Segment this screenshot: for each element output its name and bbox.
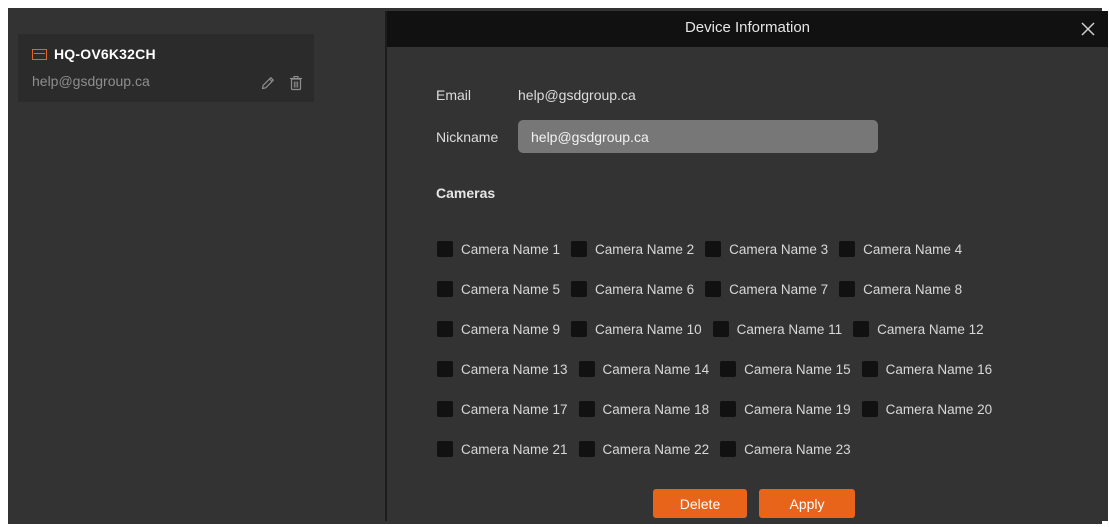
camera-label: Camera Name 14 <box>602 361 710 377</box>
camera-checkbox[interactable] <box>437 441 453 457</box>
camera-label: Camera Name 7 <box>729 281 829 297</box>
camera-checkbox[interactable] <box>578 401 595 417</box>
camera-checkbox[interactable] <box>571 321 588 337</box>
camera-label: Camera Name 2 <box>595 241 695 257</box>
camera-label: Camera Name 8 <box>863 281 963 297</box>
device-list-item[interactable]: HQ-OV6K32CH help@gsdgroup.ca <box>18 34 314 102</box>
camera-label: Camera Name 9 <box>461 321 561 337</box>
camera-option[interactable]: Camera Name 17 <box>437 401 568 417</box>
camera-label: Camera Name 6 <box>595 281 695 297</box>
dialog-title: Device Information <box>684 19 811 36</box>
device-name: HQ-OV6K32CH <box>54 46 156 62</box>
camera-row: Camera Name 1 Camera Name 2 Camera Name 3 C… <box>437 229 1003 269</box>
camera-option[interactable]: Camera Name 22 <box>578 441 710 457</box>
camera-label: Camera Name 1 <box>461 241 561 257</box>
camera-option[interactable]: Camera Name 9 <box>437 321 560 337</box>
camera-option[interactable]: Camera Name 21 <box>437 441 568 457</box>
camera-label: Camera Name 19 <box>744 401 851 417</box>
camera-checkbox[interactable] <box>571 281 588 297</box>
camera-option[interactable]: Camera Name 4 <box>839 241 962 257</box>
camera-label: Camera Name 23 <box>744 441 851 457</box>
camera-option[interactable]: Camera Name 6 <box>571 281 694 297</box>
camera-checkbox[interactable] <box>861 361 878 377</box>
camera-option[interactable]: Camera Name 2 <box>571 241 694 257</box>
nickname-label: Nickname <box>436 129 499 145</box>
camera-option[interactable]: Camera Name 1 <box>437 241 560 257</box>
camera-option[interactable]: Camera Name 8 <box>839 281 962 297</box>
camera-label: Camera Name 5 <box>461 281 561 297</box>
camera-checkbox[interactable] <box>853 321 870 337</box>
camera-option[interactable]: Camera Name 23 <box>720 441 851 457</box>
camera-option[interactable]: Camera Name 3 <box>705 241 828 257</box>
cameras-heading: Cameras <box>436 185 496 201</box>
camera-option[interactable]: Camera Name 14 <box>578 361 710 377</box>
camera-checkbox[interactable] <box>437 281 453 297</box>
camera-option[interactable]: Camera Name 20 <box>861 401 993 417</box>
camera-checkbox[interactable] <box>437 241 453 257</box>
camera-checkbox[interactable] <box>720 401 737 417</box>
camera-checkbox-grid: Camera Name 1 Camera Name 2 Camera Name 3 C… <box>437 229 1003 469</box>
camera-label: Camera Name 4 <box>863 241 963 257</box>
camera-checkbox[interactable] <box>839 281 856 297</box>
camera-label: Camera Name 18 <box>602 401 710 417</box>
camera-checkbox[interactable] <box>839 241 856 257</box>
camera-label: Camera Name 20 <box>885 401 993 417</box>
camera-row: Camera Name 17 Camera Name 18 Camera Name … <box>437 389 1003 429</box>
camera-checkbox[interactable] <box>712 321 729 337</box>
camera-label: Camera Name 22 <box>602 441 710 457</box>
camera-checkbox[interactable] <box>578 361 595 377</box>
camera-option[interactable]: Camera Name 18 <box>578 401 710 417</box>
camera-option[interactable]: Camera Name 19 <box>720 401 851 417</box>
camera-option[interactable]: Camera Name 5 <box>437 281 560 297</box>
apply-button[interactable]: Apply <box>759 489 855 518</box>
camera-option[interactable]: Camera Name 7 <box>705 281 828 297</box>
email-label: Email <box>436 87 472 103</box>
camera-label: Camera Name 10 <box>595 321 702 337</box>
camera-checkbox[interactable] <box>571 241 588 257</box>
camera-checkbox[interactable] <box>720 361 737 377</box>
camera-checkbox[interactable] <box>437 401 453 417</box>
close-icon[interactable] <box>1078 19 1098 39</box>
camera-checkbox[interactable] <box>720 441 737 457</box>
device-information-dialog: Device Information Email help@gsdgroup.c… <box>385 11 1108 521</box>
delete-button[interactable]: Delete <box>653 489 747 518</box>
camera-row: Camera Name 21 Camera Name 22 Camera Name … <box>437 429 1003 469</box>
camera-checkbox[interactable] <box>437 321 453 337</box>
camera-option[interactable]: Camera Name 10 <box>571 321 702 337</box>
app-window: HQ-OV6K32CH help@gsdgroup.ca Device Info… <box>8 8 1108 524</box>
camera-label: Camera Name 11 <box>736 321 843 337</box>
camera-row: Camera Name 5 Camera Name 6 Camera Name 7 C… <box>437 269 1003 309</box>
camera-label: Camera Name 21 <box>461 441 568 457</box>
dialog-header: Device Information <box>387 11 1108 47</box>
device-email: help@gsdgroup.ca <box>32 73 150 89</box>
device-title-row: HQ-OV6K32CH <box>32 46 156 62</box>
camera-label: Camera Name 12 <box>877 321 984 337</box>
camera-option[interactable]: Camera Name 12 <box>853 321 984 337</box>
camera-row: Camera Name 9 Camera Name 10 Camera Name 1… <box>437 309 1003 349</box>
pencil-icon[interactable] <box>260 75 276 91</box>
camera-label: Camera Name 16 <box>885 361 993 377</box>
device-icon <box>32 48 47 60</box>
camera-row: Camera Name 13 Camera Name 14 Camera Name … <box>437 349 1003 389</box>
nickname-input[interactable] <box>518 120 878 153</box>
camera-checkbox[interactable] <box>861 401 878 417</box>
email-value: help@gsdgroup.ca <box>518 87 636 103</box>
camera-checkbox[interactable] <box>437 361 453 377</box>
camera-checkbox[interactable] <box>578 441 595 457</box>
camera-option[interactable]: Camera Name 13 <box>437 361 568 377</box>
camera-label: Camera Name 17 <box>461 401 568 417</box>
camera-checkbox[interactable] <box>705 281 722 297</box>
camera-option[interactable]: Camera Name 16 <box>861 361 993 377</box>
camera-label: Camera Name 3 <box>729 241 829 257</box>
camera-checkbox[interactable] <box>705 241 722 257</box>
camera-label: Camera Name 13 <box>461 361 568 377</box>
camera-option[interactable]: Camera Name 11 <box>712 321 843 337</box>
camera-option[interactable]: Camera Name 15 <box>720 361 851 377</box>
camera-label: Camera Name 15 <box>744 361 851 377</box>
trash-icon[interactable] <box>288 75 304 91</box>
